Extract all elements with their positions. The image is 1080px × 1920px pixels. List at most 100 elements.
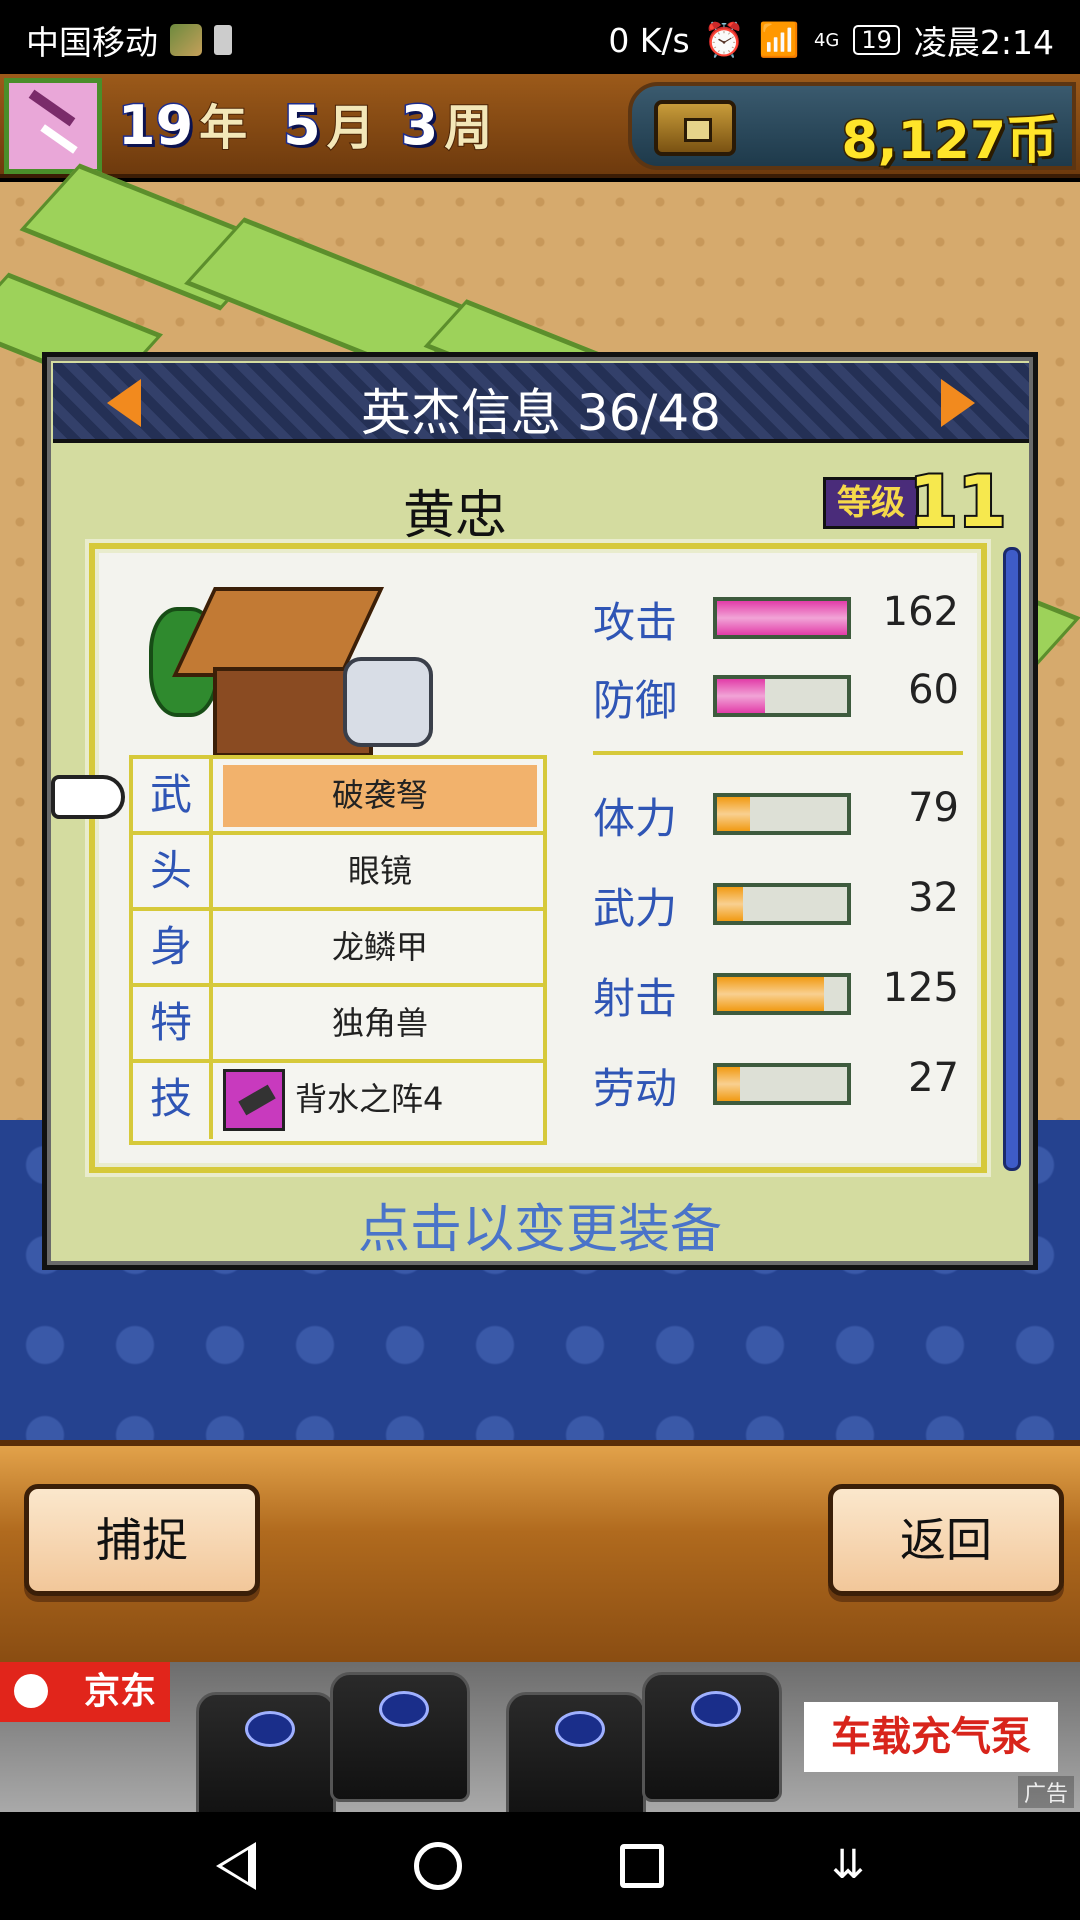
equipment-row-special[interactable]: 特 独角兽 xyxy=(133,987,543,1063)
stat-bar xyxy=(713,973,851,1015)
stat-label: 防御 xyxy=(593,676,678,725)
navigation-bar: ⇊ xyxy=(0,1812,1080,1920)
nav-recent-apps-icon[interactable] xyxy=(620,1844,664,1888)
equipment-table: 武 破袭弩 头 眼镜 身 龙鳞甲 特 独角兽 技 背水之阵4 xyxy=(129,755,547,1145)
stat-label: 体力 xyxy=(593,794,678,843)
equipment-item-weapon[interactable]: 破袭弩 xyxy=(223,765,537,827)
pump-image xyxy=(330,1672,470,1802)
skill-icon xyxy=(223,1069,285,1131)
status-time: 凌晨2:14 xyxy=(913,23,1054,62)
stat-bar-fill xyxy=(717,797,750,831)
equipment-row-skill[interactable]: 技 背水之阵4 xyxy=(133,1063,543,1139)
year-value: 19 xyxy=(116,93,194,159)
back-button[interactable]: 返回 xyxy=(828,1484,1064,1596)
capture-button[interactable]: 捕捉 xyxy=(24,1484,260,1596)
stat-label: 射击 xyxy=(593,974,678,1023)
app-notification-icon xyxy=(170,24,202,56)
level-badge: 等级 xyxy=(823,477,919,529)
stat-value: 162 xyxy=(882,589,959,635)
stat-bar-fill xyxy=(717,887,743,921)
nav-home-icon[interactable] xyxy=(414,1842,462,1890)
horse-sprite xyxy=(343,657,433,747)
stat-row: 防御 60 xyxy=(593,667,973,727)
network-type: 4G xyxy=(813,29,840,51)
stat-row: 攻击 162 xyxy=(593,589,973,649)
equipment-item-head[interactable]: 眼镜 xyxy=(217,835,543,911)
hero-info-dialog: 英杰信息 36/48 黄忠 等级 11 武 破袭弩 头 眼镜 身 龙鳞甲 特 独… xyxy=(42,352,1038,1270)
net-speed: 0 K/s xyxy=(608,20,690,60)
year-unit: 年 xyxy=(198,99,248,157)
equipment-slot-label: 身 xyxy=(133,911,213,987)
stats-divider xyxy=(593,751,963,755)
equipment-row-body[interactable]: 身 龙鳞甲 xyxy=(133,911,543,987)
ad-headline: 车载充气泵 xyxy=(804,1702,1058,1772)
stat-value: 60 xyxy=(908,667,959,713)
stat-bar xyxy=(713,1063,851,1105)
level-value: 11 xyxy=(907,459,1008,545)
scrollbar[interactable] xyxy=(1003,547,1021,1171)
week-unit: 周 xyxy=(443,99,493,157)
week-value: 3 xyxy=(399,93,440,159)
stat-row: 射击 125 xyxy=(593,965,973,1025)
equipment-item-skill[interactable]: 背水之阵4 xyxy=(217,1063,543,1139)
stat-row: 武力 32 xyxy=(593,875,973,935)
dialog-header: 英杰信息 36/48 xyxy=(53,363,1029,443)
wifi-icon: 📶 xyxy=(758,20,800,59)
stat-value: 79 xyxy=(908,785,959,831)
treasure-chest-icon xyxy=(654,100,736,156)
bottom-action-bar: 捕捉 返回 xyxy=(0,1440,1080,1662)
screen: 中国移动 0 K/s ⏰ 📶 4G 19 凌晨2:14 19 年 5 月 3 周… xyxy=(0,0,1080,1920)
equipment-slot-label: 技 xyxy=(133,1063,213,1139)
skill-name: 背水之阵4 xyxy=(295,1080,444,1118)
stat-value: 27 xyxy=(908,1055,959,1101)
pump-image xyxy=(506,1692,646,1812)
sim-icon xyxy=(214,25,232,55)
stat-row: 体力 79 xyxy=(593,785,973,845)
equipment-item-body[interactable]: 龙鳞甲 xyxy=(217,911,543,987)
stat-bar-fill xyxy=(717,1067,741,1101)
stat-bar xyxy=(713,675,851,717)
stat-bar-fill xyxy=(717,679,766,713)
money-value: 8,127币 xyxy=(840,110,1059,173)
carrier-label: 中国移动 xyxy=(26,23,158,62)
stat-bar xyxy=(713,597,851,639)
equipment-slot-label: 武 xyxy=(133,759,213,835)
nav-back-icon[interactable] xyxy=(212,1842,256,1890)
change-equipment-hint[interactable]: 点击以变更装备 xyxy=(47,1187,1033,1262)
hero-portrait-image xyxy=(143,557,453,767)
equipment-slot-label: 特 xyxy=(133,987,213,1063)
pump-image xyxy=(642,1672,782,1802)
game-hud: 19 年 5 月 3 周 8,127币 xyxy=(0,74,1080,178)
alarm-icon: ⏰ xyxy=(703,20,745,59)
equipment-item-special[interactable]: 独角兽 xyxy=(217,987,543,1063)
jd-logo: 京东 xyxy=(0,1662,170,1722)
nav-notification-pull-icon[interactable]: ⇊ xyxy=(826,1840,870,1890)
stat-bar xyxy=(713,793,851,835)
stat-label: 武力 xyxy=(593,884,678,933)
ad-tag: 广告 xyxy=(1017,1776,1074,1808)
equipment-row-weapon[interactable]: 武 破袭弩 xyxy=(133,759,543,835)
next-hero-arrow-icon[interactable] xyxy=(941,379,975,427)
stat-label: 攻击 xyxy=(593,598,678,647)
stat-value: 32 xyxy=(908,875,959,921)
month-unit: 月 xyxy=(326,99,376,157)
pump-image xyxy=(196,1692,336,1812)
game-date: 19 年 5 月 3 周 xyxy=(116,88,522,159)
hand-pointer-icon xyxy=(51,775,125,819)
month-value: 5 xyxy=(282,93,323,159)
stat-value: 125 xyxy=(882,965,959,1011)
money-panel: 8,127币 xyxy=(628,82,1076,173)
dialog-title: 英杰信息 36/48 xyxy=(361,384,721,442)
ad-banner[interactable]: 京东 车载充气泵 广告 xyxy=(0,1662,1080,1812)
stat-bar-fill xyxy=(717,601,847,635)
equipment-slot-label: 头 xyxy=(133,835,213,911)
player-avatar-icon[interactable] xyxy=(4,78,102,174)
stat-bar xyxy=(713,883,851,925)
stat-bar-fill xyxy=(717,977,824,1011)
stat-label: 劳动 xyxy=(593,1064,678,1113)
hero-name: 黄忠 xyxy=(403,486,508,546)
stat-row: 劳动 27 xyxy=(593,1055,973,1115)
battery-icon: 19 xyxy=(853,25,900,55)
equipment-row-head[interactable]: 头 眼镜 xyxy=(133,835,543,911)
status-bar: 中国移动 0 K/s ⏰ 📶 4G 19 凌晨2:14 xyxy=(0,0,1080,74)
